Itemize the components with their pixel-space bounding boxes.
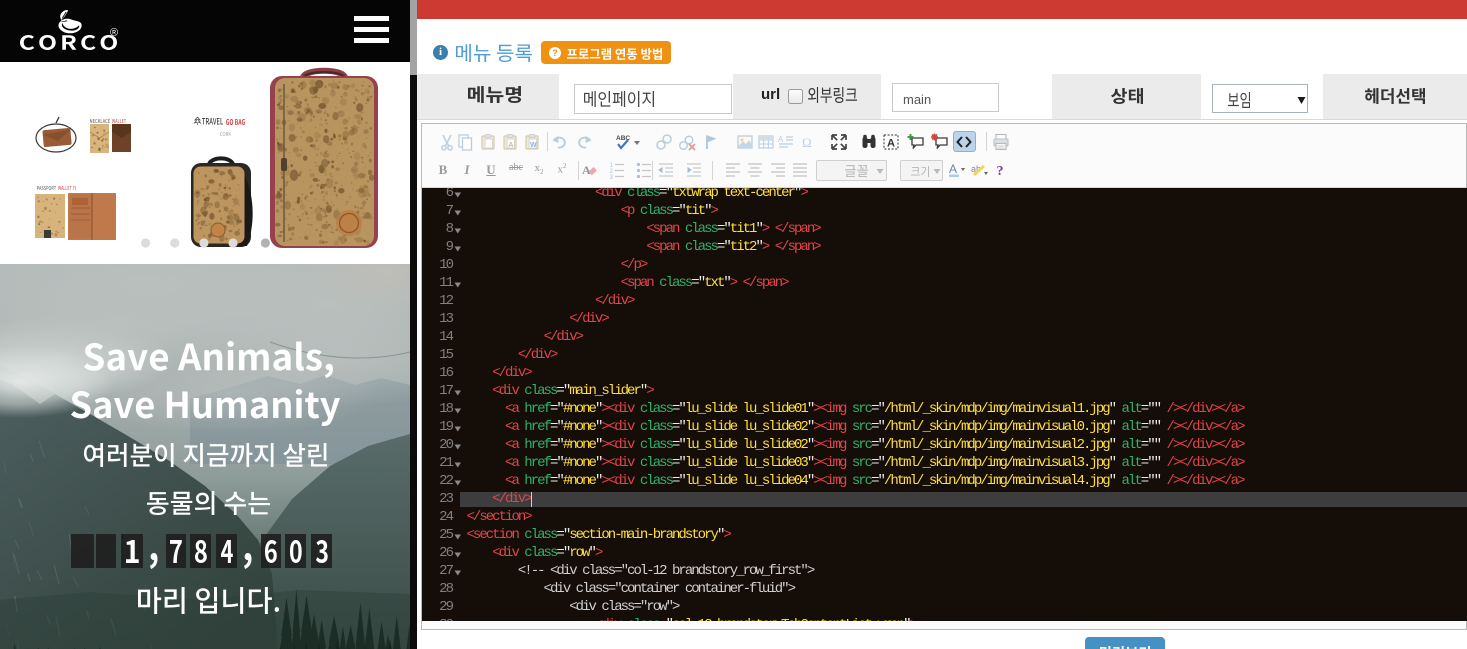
svg-text:W: W [530, 142, 537, 149]
svg-text:A: A [887, 138, 895, 150]
svg-text:A: A [778, 135, 784, 144]
svg-text:Ω: Ω [802, 135, 812, 150]
svg-text:A: A [949, 162, 957, 176]
svg-text:A: A [582, 163, 591, 177]
svg-text:?: ? [997, 164, 1004, 179]
svg-text:A: A [509, 142, 514, 149]
svg-text:3: 3 [610, 175, 614, 180]
